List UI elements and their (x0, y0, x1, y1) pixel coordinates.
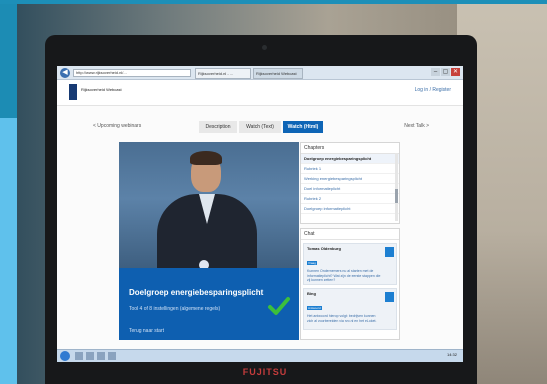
overlay-side-panel-top (0, 4, 17, 118)
tab-watch-text[interactable]: Watch (Text) (239, 121, 281, 133)
chapter-item[interactable]: Rubriek 1 (301, 164, 399, 174)
webcast-nav: < Upcoming webinars Description Watch (T… (57, 118, 463, 134)
webcam (262, 45, 267, 50)
check-icon (268, 297, 290, 315)
maximize-button[interactable]: ▢ (441, 68, 450, 76)
chat-text: Kunnen Ondernemers nu al starten met de … (307, 269, 381, 282)
chat-author: Tomas Oldenburg (307, 246, 341, 251)
chapters-panel: Chapters Doelgroep energiebesparingsplic… (300, 142, 400, 224)
close-button[interactable]: ✕ (451, 68, 460, 76)
app-icon[interactable] (108, 352, 116, 360)
browser-toolbar: ◀ http://www.rijksoverheid.nl/... Rijkso… (57, 66, 463, 80)
presenter-hair (190, 151, 222, 165)
taskbar: 14:32 (57, 349, 463, 362)
avatar-icon (385, 292, 394, 302)
address-bar[interactable]: http://www.rijksoverheid.nl/... (73, 69, 191, 77)
chapters-scroll-thumb[interactable] (395, 189, 398, 203)
video-player[interactable]: Doelgroep energiebesparingsplicht Tool 4… (119, 142, 299, 340)
chat-tag: Antwoord (307, 306, 322, 310)
chapter-item[interactable]: Doelgroep informatieplicht (301, 204, 399, 214)
upcoming-webinars-link[interactable]: < Upcoming webinars (93, 123, 141, 129)
overlay-top-bar (0, 0, 547, 4)
window-controls: – ▢ ✕ (431, 68, 460, 76)
logo-mark[interactable] (69, 84, 77, 100)
chapter-item[interactable]: Doelgroep energiebesparingsplicht (301, 154, 399, 164)
chapter-item[interactable]: Rubriek 2 (301, 194, 399, 204)
chapters-heading: Chapters (301, 143, 399, 154)
media-icon[interactable] (97, 352, 105, 360)
browser-tab-2[interactable]: Rijksoverheid Webcast (253, 68, 303, 79)
login-link[interactable]: Log in / Register (415, 87, 451, 93)
chat-message: Bing Antwoord Het antwoord hierop volgt:… (303, 288, 397, 330)
browser-tab-1[interactable]: Rijksoverheid.nl - ... (195, 68, 251, 79)
screen: ◀ http://www.rijksoverheid.nl/... Rijkso… (57, 66, 463, 362)
chat-heading: Chat (301, 229, 399, 240)
chat-message: Tomas Oldenburg Vraag Kunnen Ondernemers… (303, 243, 397, 285)
minimize-button[interactable]: – (431, 68, 440, 76)
chapters-scrollbar[interactable] (395, 153, 398, 221)
browser-icon[interactable] (86, 352, 94, 360)
logo-text[interactable]: Rijksoverheid Webcast (81, 87, 151, 92)
back-arrow-icon[interactable]: ◀ (60, 68, 70, 78)
video-link[interactable]: Terug naar start (129, 328, 164, 334)
tray-clock: 14:32 (446, 352, 457, 357)
chapter-item[interactable]: Doel informatieplicht (301, 184, 399, 194)
chat-panel: Chat Tomas Oldenburg Vraag Kunnen Ondern… (300, 228, 400, 340)
avatar-icon (385, 247, 394, 257)
caption-box: Doelgroep energiebesparingsplicht Tool 4… (119, 268, 299, 340)
chat-tag: Vraag (307, 261, 317, 265)
tab-watch-html[interactable]: Watch (Html) (283, 121, 323, 133)
site-header: Rijksoverheid Webcast Log in / Register (57, 80, 463, 106)
video-frame (119, 142, 299, 272)
explorer-icon[interactable] (75, 352, 83, 360)
video-subtitle: Tool 4 of 8 instellingen (algemene regel… (129, 306, 221, 312)
tab-description[interactable]: Description (199, 121, 237, 133)
video-title: Doelgroep energiebesparingsplicht (129, 288, 264, 297)
chat-author: Bing (307, 291, 316, 296)
next-talk-link[interactable]: Next Talk > (404, 123, 429, 129)
monitor-brand: FUJITSU (242, 367, 288, 377)
chat-text: Het antwoord hierop volgt: bedrijven kun… (307, 314, 377, 323)
start-button-icon[interactable] (60, 351, 70, 361)
overlay-side-panel (0, 118, 17, 384)
chapter-item[interactable]: Werking energiebesparingsplicht (301, 174, 399, 184)
